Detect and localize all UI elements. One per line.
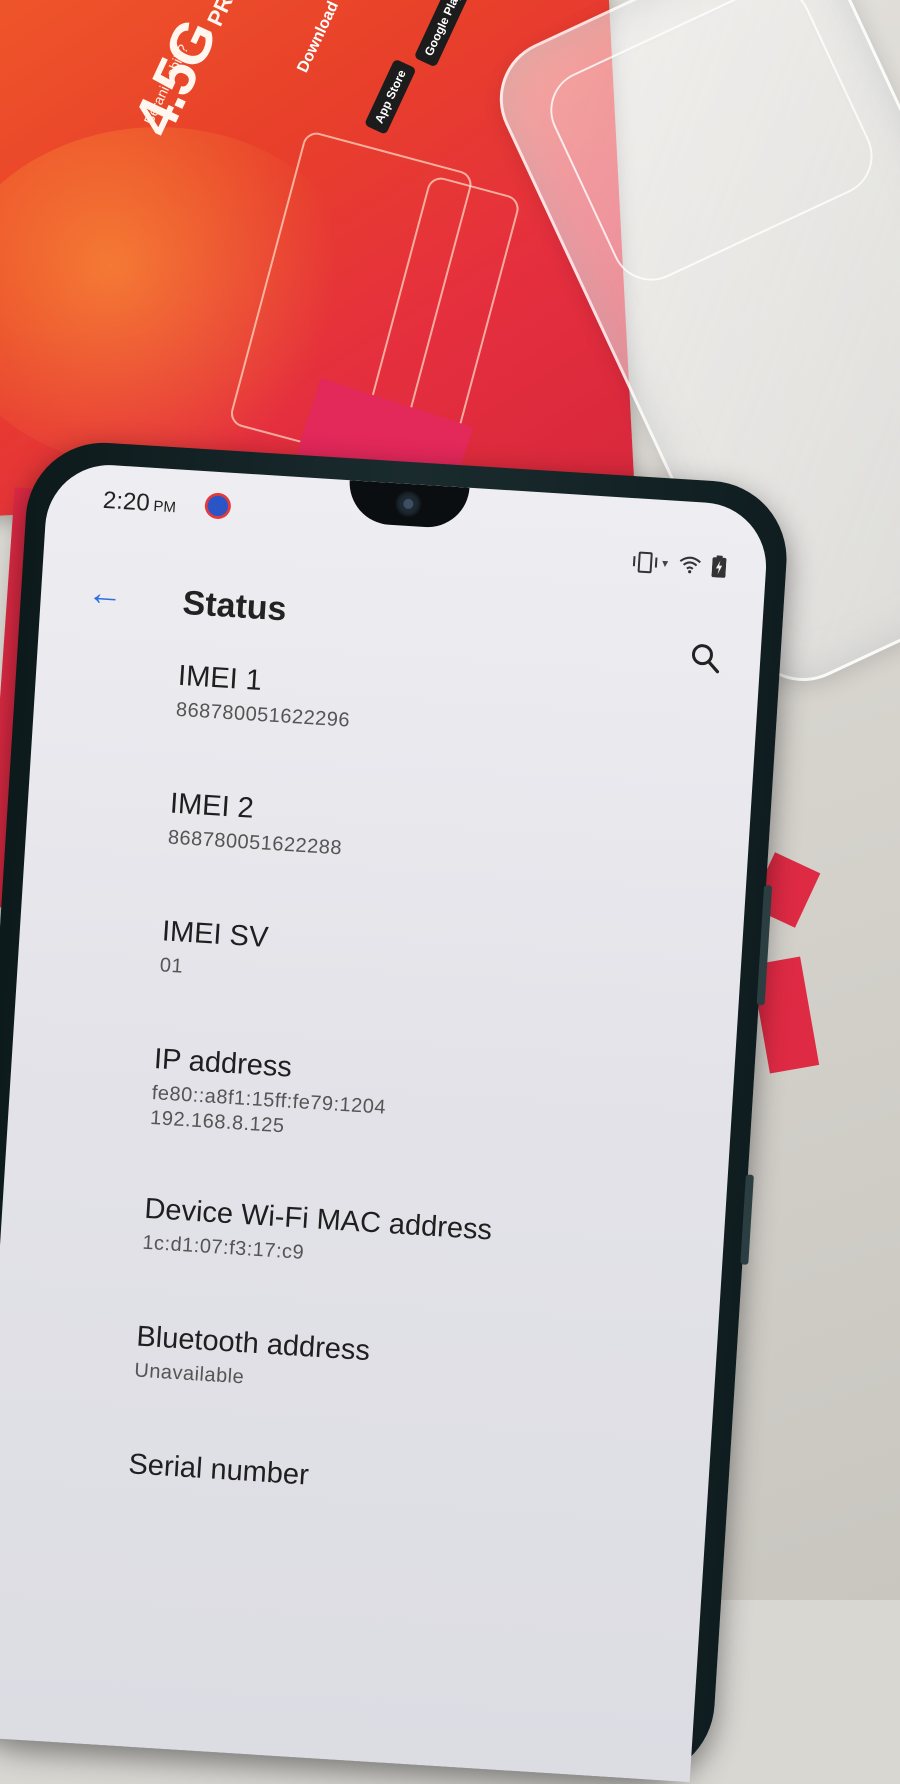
phone: 2:20 PM ▾ ← Status IMEI 1 86878005162229… — [0, 438, 792, 1784]
google-play-badge: Google Play — [413, 0, 472, 68]
wifi-icon — [678, 555, 703, 574]
notification-app-icon — [204, 492, 232, 520]
data-activity-icon: ▾ — [661, 555, 669, 571]
status-icons: ▾ — [637, 550, 727, 578]
status-list: IMEI 1 868780051622296 IMEI 2 8687800516… — [0, 651, 758, 1613]
vibrate-icon — [637, 550, 653, 573]
status-time: 2:20 PM — [102, 486, 177, 517]
front-camera — [394, 490, 423, 518]
pack-download-label: Download — [294, 0, 343, 76]
battery-charging-icon — [711, 555, 727, 578]
page-title: Status — [181, 583, 288, 629]
search-icon[interactable] — [689, 642, 721, 679]
phone-screen: 2:20 PM ▾ ← Status IMEI 1 86878005162229… — [0, 461, 770, 1783]
case-camera-cutout — [537, 0, 886, 294]
pack-logo: 4.5GPRO — [120, 0, 245, 146]
appstore-badge: App Store — [363, 58, 417, 135]
back-arrow-icon[interactable]: ← — [86, 571, 125, 614]
